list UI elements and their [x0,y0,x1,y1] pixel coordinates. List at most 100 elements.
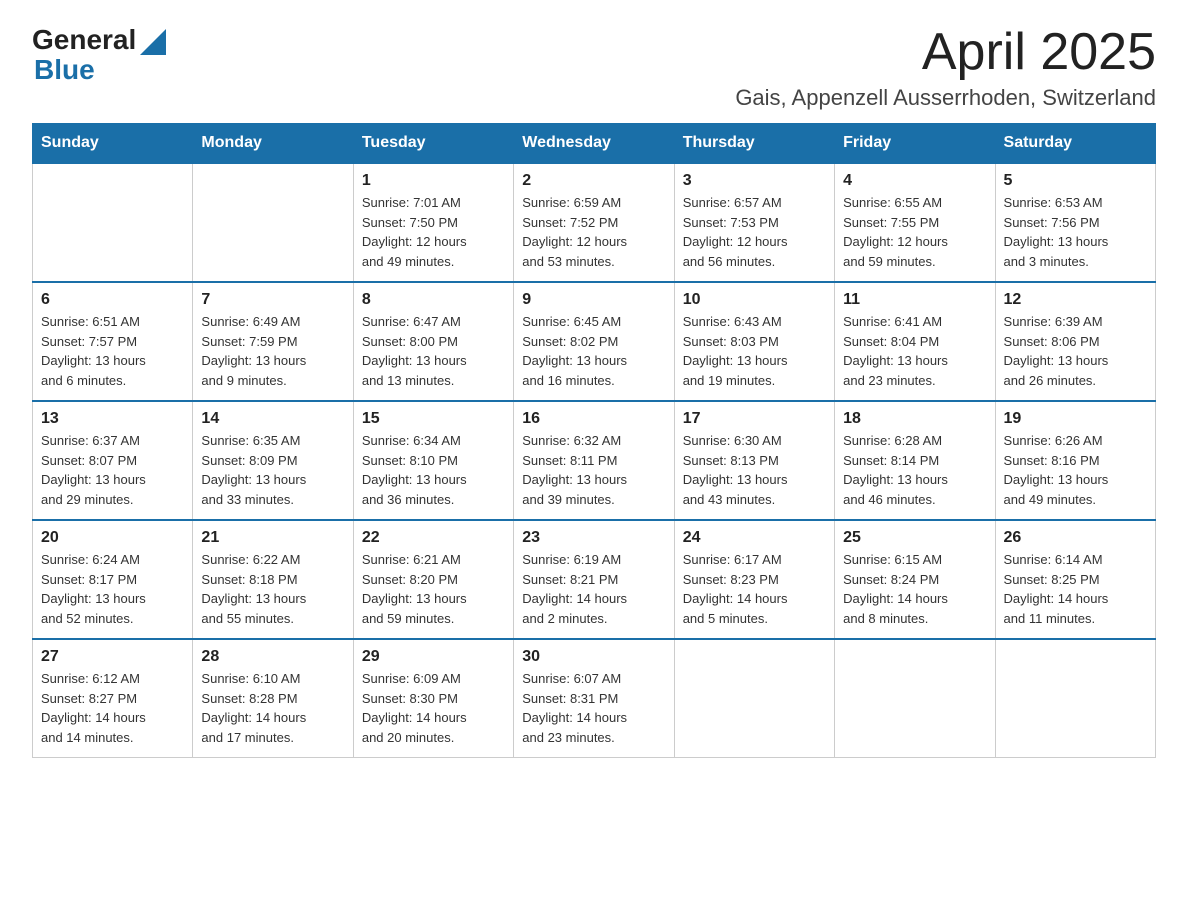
weekday-header-tuesday: Tuesday [353,124,513,164]
weekday-header-monday: Monday [193,124,353,164]
day-number: 20 [41,529,184,547]
day-info: Sunrise: 6:47 AM Sunset: 8:00 PM Dayligh… [362,312,505,390]
day-number: 19 [1004,410,1147,428]
day-info: Sunrise: 6:45 AM Sunset: 8:02 PM Dayligh… [522,312,665,390]
day-number: 16 [522,410,665,428]
day-number: 28 [201,648,344,666]
day-number: 6 [41,291,184,309]
day-number: 22 [362,529,505,547]
calendar-day-cell: 23Sunrise: 6:19 AM Sunset: 8:21 PM Dayli… [514,520,674,639]
day-number: 25 [843,529,986,547]
page-subtitle: Gais, Appenzell Ausserrhoden, Switzerlan… [735,85,1156,111]
day-number: 3 [683,172,826,190]
calendar-day-cell: 16 Sunrise: 6:32 AM Sunset: 8:11 PM Dayli… [514,401,674,520]
day-info: Sunrise: 6:24 AM Sunset: 8:17 PM Dayligh… [41,550,184,628]
calendar-day-cell [33,163,193,282]
day-number: 9 [522,291,665,309]
day-info: Sunrise: 6:37 AM Sunset: 8:07 PM Dayligh… [41,431,184,509]
day-number: 27 [41,648,184,666]
day-number: 17 [683,410,826,428]
day-info: Sunrise: 6:12 AM Sunset: 8:27 PM Dayligh… [41,669,184,747]
day-info: Sunrise: 6:49 AM Sunset: 7:59 PM Dayligh… [201,312,344,390]
day-number: 24 [683,529,826,547]
calendar-day-cell: 20 Sunrise: 6:24 AM Sunset: 8:17 PM Dayli… [33,520,193,639]
day-number: 2 [522,172,665,190]
day-info: Sunrise: 6:43 AM Sunset: 8:03 PM Dayligh… [683,312,826,390]
day-info: Sunrise: 6:34 AM Sunset: 8:10 PM Dayligh… [362,431,505,509]
logo-triangle-icon [140,29,166,55]
calendar-day-cell: 7 Sunrise: 6:49 AM Sunset: 7:59 PM Daylig… [193,282,353,401]
day-number: 14 [201,410,344,428]
day-number: 12 [1004,291,1147,309]
day-info: Sunrise: 6:28 AM Sunset: 8:14 PM Dayligh… [843,431,986,509]
day-info: Sunrise: 6:17 AM Sunset: 8:23 PM Dayligh… [683,550,826,628]
calendar-day-cell: 12 Sunrise: 6:39 AM Sunset: 8:06 PM Dayli… [995,282,1155,401]
calendar-day-cell: 30 Sunrise: 6:07 AM Sunset: 8:31 PM Dayli… [514,639,674,758]
day-info: Sunrise: 6:57 AM Sunset: 7:53 PM Dayligh… [683,193,826,271]
calendar-day-cell: 24 Sunrise: 6:17 AM Sunset: 8:23 PM Dayli… [674,520,834,639]
calendar-day-cell: 13Sunrise: 6:37 AM Sunset: 8:07 PM Dayli… [33,401,193,520]
day-info: Sunrise: 6:10 AM Sunset: 8:28 PM Dayligh… [201,669,344,747]
page-title: April 2025 [735,24,1156,81]
day-number: 26 [1004,529,1147,547]
logo: General Blue [32,24,166,86]
calendar-day-cell: 8 Sunrise: 6:47 AM Sunset: 8:00 PM Daylig… [353,282,513,401]
calendar-week-row: 27 Sunrise: 6:12 AM Sunset: 8:27 PM Dayli… [33,639,1156,758]
day-info: Sunrise: 6:14 AM Sunset: 8:25 PM Dayligh… [1004,550,1147,628]
calendar-day-cell: 2 Sunrise: 6:59 AM Sunset: 7:52 PM Daylig… [514,163,674,282]
calendar-day-cell: 18 Sunrise: 6:28 AM Sunset: 8:14 PM Dayli… [835,401,995,520]
calendar-day-cell: 26 Sunrise: 6:14 AM Sunset: 8:25 PM Dayli… [995,520,1155,639]
calendar-day-cell: 29Sunrise: 6:09 AM Sunset: 8:30 PM Dayli… [353,639,513,758]
day-info: Sunrise: 6:59 AM Sunset: 7:52 PM Dayligh… [522,193,665,271]
day-info: Sunrise: 6:55 AM Sunset: 7:55 PM Dayligh… [843,193,986,271]
day-number: 30 [522,648,665,666]
day-number: 23 [522,529,665,547]
calendar-day-cell: 1Sunrise: 7:01 AM Sunset: 7:50 PM Daylig… [353,163,513,282]
calendar-day-cell [835,639,995,758]
calendar-day-cell: 11 Sunrise: 6:41 AM Sunset: 8:04 PM Dayli… [835,282,995,401]
logo-blue-text: Blue [34,54,95,86]
title-block: April 2025 Gais, Appenzell Ausserrhoden,… [735,24,1156,111]
day-info: Sunrise: 6:07 AM Sunset: 8:31 PM Dayligh… [522,669,665,747]
weekday-header-thursday: Thursday [674,124,834,164]
calendar-day-cell: 10 Sunrise: 6:43 AM Sunset: 8:03 PM Dayli… [674,282,834,401]
calendar-day-cell: 27 Sunrise: 6:12 AM Sunset: 8:27 PM Dayli… [33,639,193,758]
day-number: 10 [683,291,826,309]
day-number: 11 [843,291,986,309]
calendar-day-cell [193,163,353,282]
calendar-day-cell: 5Sunrise: 6:53 AM Sunset: 7:56 PM Daylig… [995,163,1155,282]
day-info: Sunrise: 6:32 AM Sunset: 8:11 PM Dayligh… [522,431,665,509]
day-info: Sunrise: 6:22 AM Sunset: 8:18 PM Dayligh… [201,550,344,628]
day-number: 15 [362,410,505,428]
calendar-day-cell: 9 Sunrise: 6:45 AM Sunset: 8:02 PM Daylig… [514,282,674,401]
day-info: Sunrise: 6:41 AM Sunset: 8:04 PM Dayligh… [843,312,986,390]
day-number: 5 [1004,172,1147,190]
day-number: 18 [843,410,986,428]
calendar-day-cell: 6 Sunrise: 6:51 AM Sunset: 7:57 PM Daylig… [33,282,193,401]
calendar-week-row: 13Sunrise: 6:37 AM Sunset: 8:07 PM Dayli… [33,401,1156,520]
weekday-header-saturday: Saturday [995,124,1155,164]
calendar-table: SundayMondayTuesdayWednesdayThursdayFrid… [32,123,1156,758]
calendar-week-row: 20 Sunrise: 6:24 AM Sunset: 8:17 PM Dayli… [33,520,1156,639]
day-number: 4 [843,172,986,190]
day-info: Sunrise: 6:15 AM Sunset: 8:24 PM Dayligh… [843,550,986,628]
calendar-day-cell: 19Sunrise: 6:26 AM Sunset: 8:16 PM Dayli… [995,401,1155,520]
calendar-day-cell: 28 Sunrise: 6:10 AM Sunset: 8:28 PM Dayli… [193,639,353,758]
day-info: Sunrise: 6:21 AM Sunset: 8:20 PM Dayligh… [362,550,505,628]
calendar-day-cell: 22 Sunrise: 6:21 AM Sunset: 8:20 PM Dayli… [353,520,513,639]
logo-general-text: General [32,24,136,56]
calendar-day-cell: 14Sunrise: 6:35 AM Sunset: 8:09 PM Dayli… [193,401,353,520]
calendar-day-cell: 4 Sunrise: 6:55 AM Sunset: 7:55 PM Daylig… [835,163,995,282]
day-number: 8 [362,291,505,309]
calendar-day-cell: 21Sunrise: 6:22 AM Sunset: 8:18 PM Dayli… [193,520,353,639]
day-number: 1 [362,172,505,190]
calendar-day-cell: 3 Sunrise: 6:57 AM Sunset: 7:53 PM Daylig… [674,163,834,282]
day-info: Sunrise: 6:51 AM Sunset: 7:57 PM Dayligh… [41,312,184,390]
calendar-week-row: 6 Sunrise: 6:51 AM Sunset: 7:57 PM Daylig… [33,282,1156,401]
day-number: 7 [201,291,344,309]
calendar-day-cell: 25 Sunrise: 6:15 AM Sunset: 8:24 PM Dayli… [835,520,995,639]
calendar-day-cell [674,639,834,758]
day-info: Sunrise: 6:39 AM Sunset: 8:06 PM Dayligh… [1004,312,1147,390]
page-header: General Blue April 2025 Gais, Appenzell … [32,24,1156,111]
calendar-day-cell: 17Sunrise: 6:30 AM Sunset: 8:13 PM Dayli… [674,401,834,520]
